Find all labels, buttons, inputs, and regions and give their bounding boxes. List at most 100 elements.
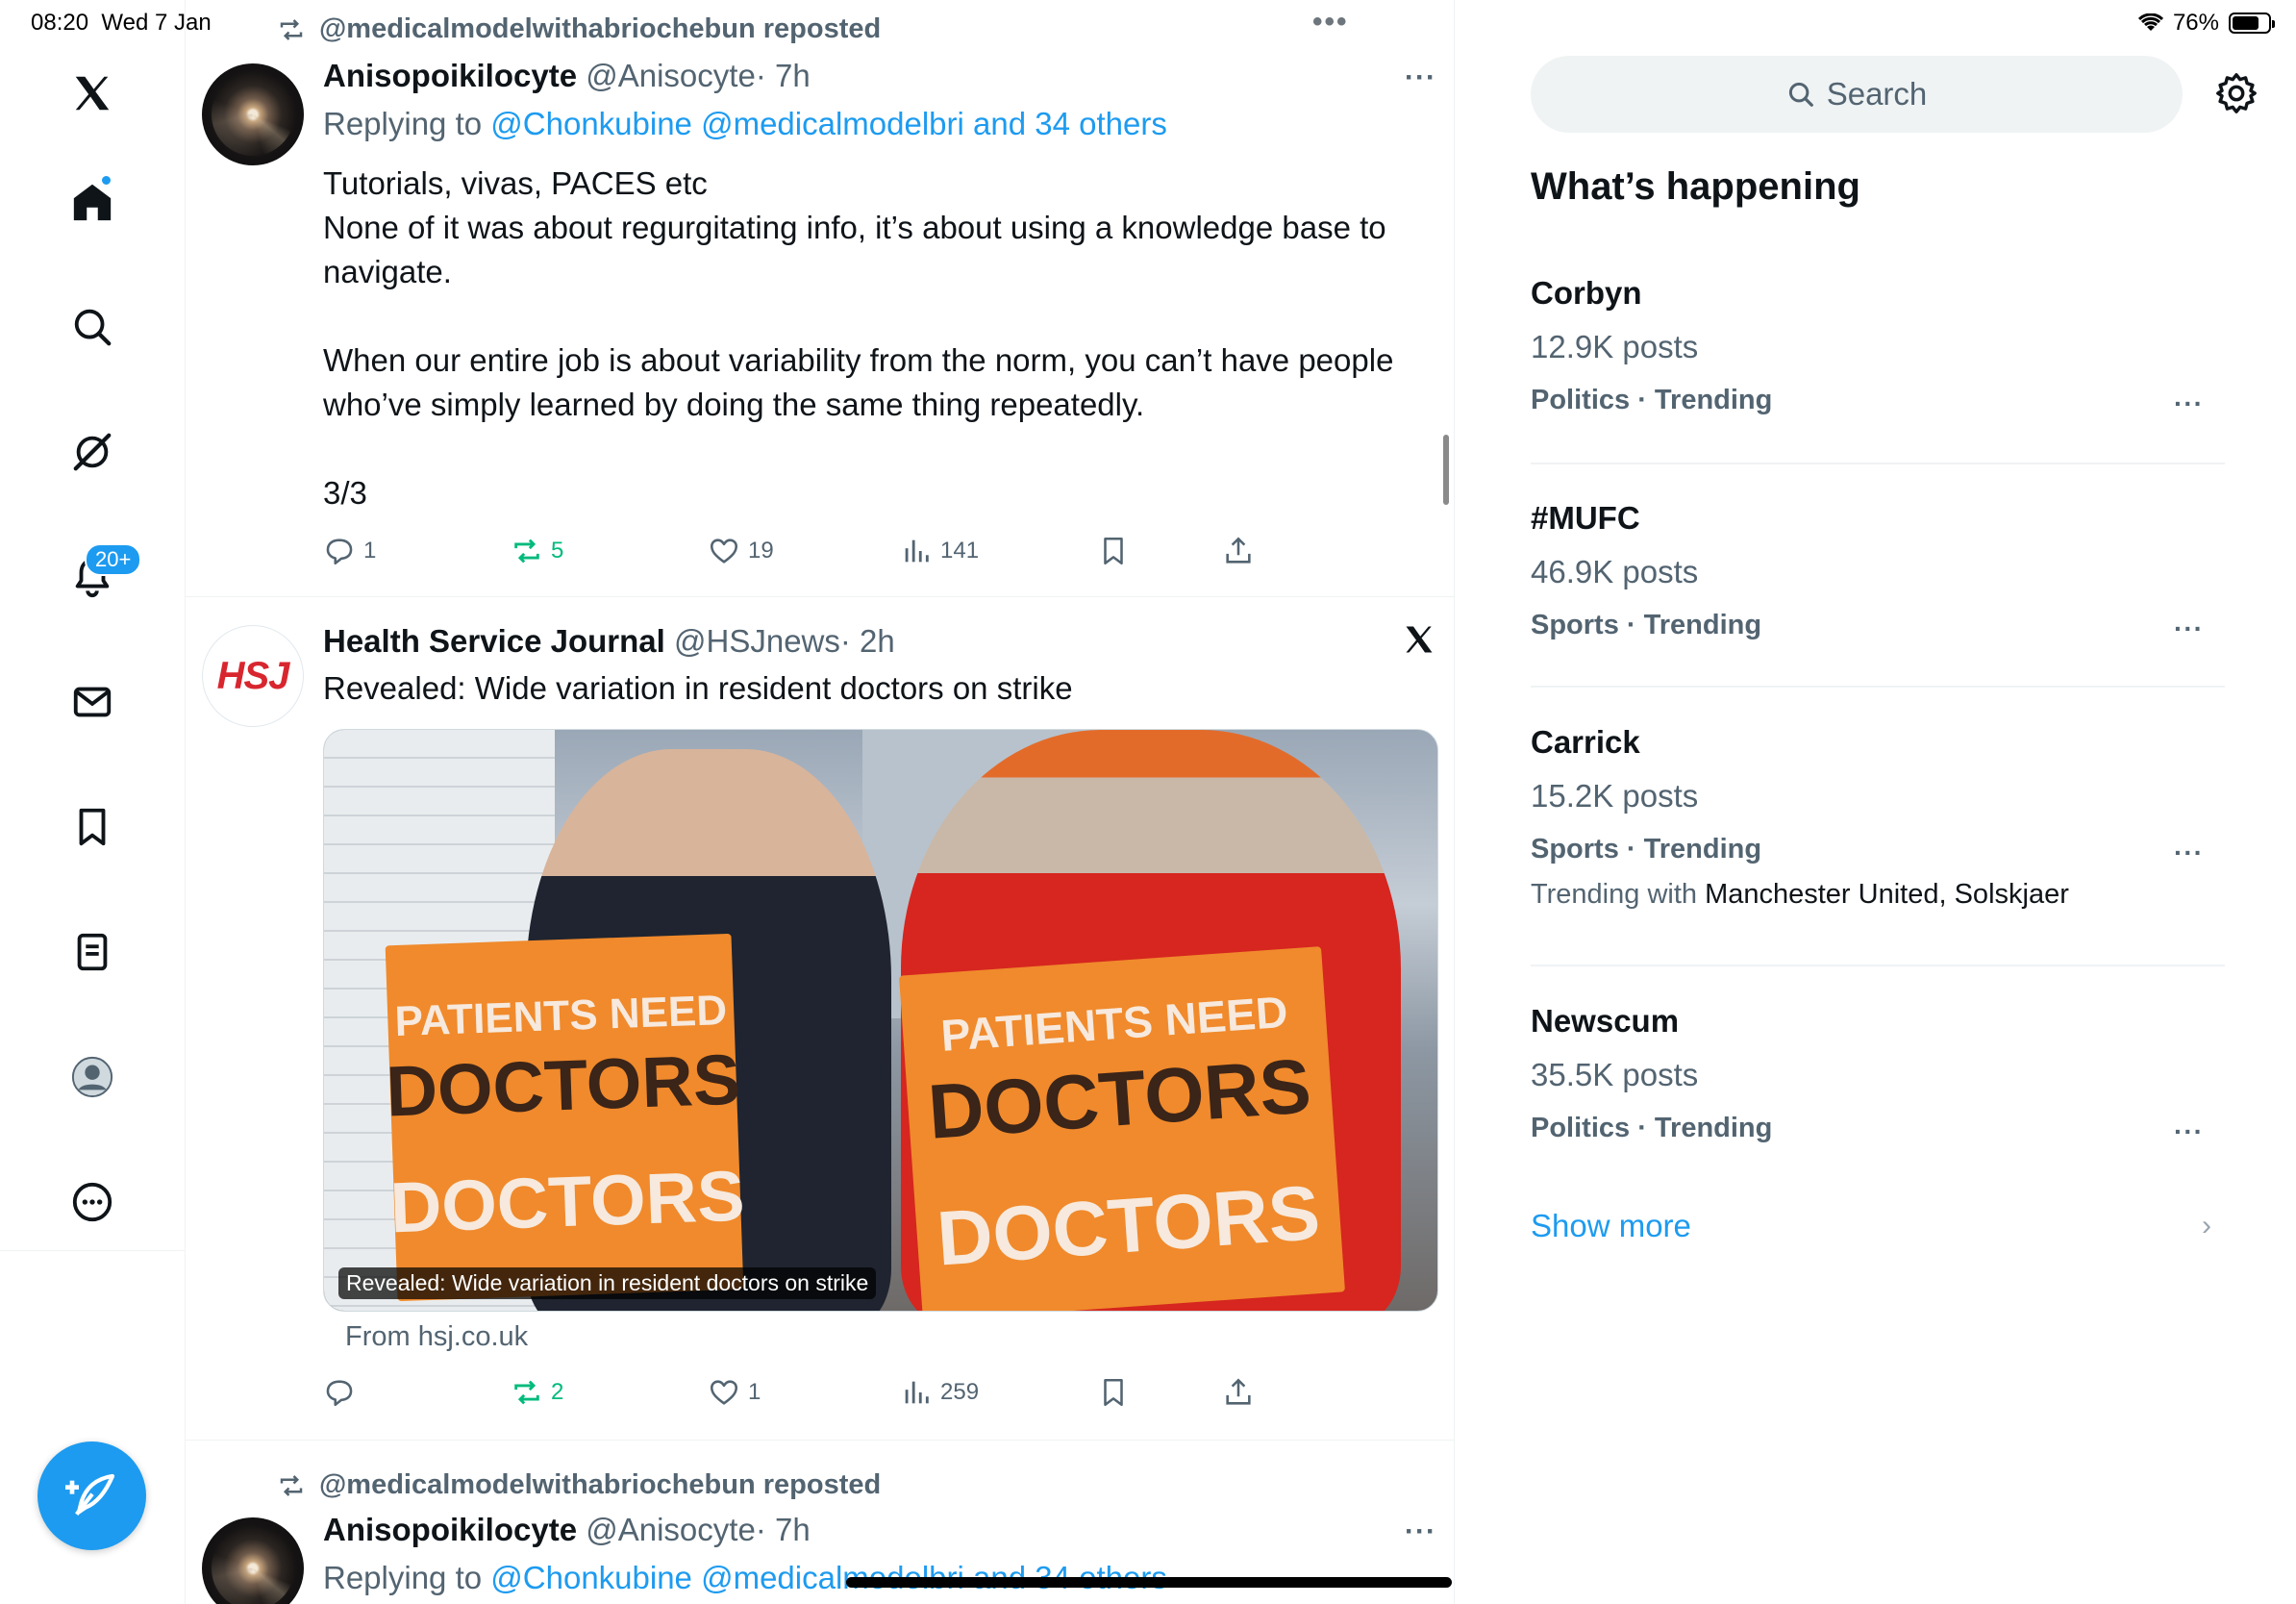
repost-icon — [280, 1474, 303, 1496]
author-name[interactable]: Anisopoikilocyte — [323, 1512, 577, 1547]
bookmark-icon — [1104, 537, 1123, 565]
protest-sign-left: PATIENTS NEED DOCTORS DOCTORS — [385, 933, 746, 1302]
replying-to: Replying to @Chonkubine @medicalmodelbri… — [323, 106, 1167, 141]
hsj-logo-text: HSJ — [216, 654, 290, 697]
post-time: · 2h — [839, 623, 895, 659]
compose-feather-icon — [64, 1473, 114, 1516]
notifications-badge: 20+ — [85, 543, 142, 576]
post-time: · 7h — [755, 1512, 811, 1547]
reply-button[interactable]: 1 — [323, 535, 376, 567]
grok-icon[interactable] — [59, 418, 126, 486]
trend-category: Sports · Trending — [1531, 834, 1762, 865]
post-more-icon[interactable]: ··· — [1405, 1516, 1436, 1548]
trending-with: Trending with Manchester United, Solskja… — [1531, 879, 2069, 910]
author-avatar[interactable] — [202, 63, 304, 165]
trend-more-icon[interactable]: ··· — [2174, 838, 2204, 868]
like-button[interactable]: 1 — [708, 1376, 761, 1409]
search-icon — [1788, 82, 1813, 107]
repost-button[interactable]: 5 — [511, 535, 563, 567]
more-options-icon[interactable] — [59, 1168, 126, 1236]
trend-count: 15.2K posts — [1531, 778, 1699, 814]
x-ad-logo-icon[interactable] — [1402, 622, 1436, 657]
card-caption: Revealed: Wide variation in resident doc… — [338, 1267, 877, 1299]
post-more-icon[interactable]: ··· — [1405, 62, 1436, 94]
compose-post-button[interactable] — [37, 1441, 146, 1550]
trend-more-icon[interactable]: ··· — [2174, 614, 2204, 644]
post-actions: 1 5 19 141 — [323, 532, 1285, 570]
post-body: Revealed: Wide variation in resident doc… — [323, 670, 1073, 706]
trend-item[interactable]: Newscum 35.5K posts Politics · Trending … — [1531, 1003, 2225, 1147]
bookmark-button[interactable] — [1097, 535, 1130, 567]
post-actions: 2 1 259 — [323, 1373, 1285, 1412]
bookmark-icon — [1104, 1378, 1123, 1407]
rail-divider — [0, 1250, 186, 1251]
battery-percent: 76% — [2172, 10, 2219, 36]
trend-item[interactable]: #MUFC 46.9K posts Sports · Trending ··· — [1531, 500, 2225, 644]
repost-indicator[interactable]: @medicalmodelwithabriochebun reposted — [277, 13, 881, 45]
search-icon[interactable] — [59, 293, 126, 361]
reply-mentions-link[interactable]: @Chonkubine @medicalmodelbri and 34 othe… — [490, 106, 1167, 141]
repost-button[interactable]: 2 — [511, 1376, 563, 1409]
wifi-icon — [2137, 13, 2163, 31]
share-icon — [1226, 537, 1251, 564]
author-handle[interactable]: @HSJnews — [674, 623, 840, 659]
trend-name: #MUFC — [1531, 500, 1640, 536]
trend-count: 35.5K posts — [1531, 1057, 1699, 1092]
trend-more-icon[interactable]: ··· — [2174, 1116, 2204, 1147]
post-header: Anisopoikilocyte @Anisocyte· 7h — [323, 1512, 811, 1548]
trend-name: Corbyn — [1531, 275, 1642, 311]
battery-icon — [2229, 13, 2275, 34]
trend-more-icon[interactable]: ··· — [2174, 388, 2204, 419]
post-header: Health Service Journal @HSJnews· 2h — [323, 623, 895, 660]
home-indicator[interactable] — [846, 1577, 1452, 1588]
protest-sign-right: PATIENTS NEED DOCTORS DOCTORS — [898, 946, 1346, 1311]
repost-icon — [514, 1380, 539, 1405]
trend-category: Politics · Trending — [1531, 1113, 1773, 1143]
settings-gear-icon[interactable] — [2214, 71, 2259, 115]
trend-divider — [1531, 463, 2225, 464]
post-body: Tutorials, vivas, PACES etc None of it w… — [323, 165, 1394, 511]
profile-avatar-icon[interactable] — [59, 1043, 126, 1111]
trend-name: Newscum — [1531, 1003, 1680, 1039]
trend-item[interactable]: Carrick 15.2K posts Sports · Trending Tr… — [1531, 724, 2225, 911]
views-bar-icon — [905, 539, 929, 563]
trend-divider — [1531, 965, 2225, 966]
repost-icon — [514, 539, 539, 564]
messages-envelope-icon[interactable] — [59, 668, 126, 736]
share-button[interactable] — [1222, 535, 1255, 567]
author-name[interactable]: Health Service Journal — [323, 623, 665, 659]
trending-with-names[interactable]: Manchester United, Solskjaer — [1705, 879, 2069, 910]
views-bar-icon — [905, 1381, 929, 1404]
author-handle[interactable]: @Anisocyte — [586, 1512, 756, 1547]
trend-divider — [1531, 686, 2225, 688]
feed-scrollbar[interactable] — [1443, 435, 1449, 505]
trend-count: 12.9K posts — [1531, 329, 1699, 364]
x-logo-icon[interactable] — [59, 60, 126, 127]
whats-happening-title: What’s happening — [1531, 165, 1860, 208]
share-button[interactable] — [1222, 1376, 1255, 1409]
trend-item[interactable]: Corbyn 12.9K posts Politics · Trending ·… — [1531, 275, 2225, 419]
post-divider — [186, 596, 1454, 597]
hsj-avatar[interactable]: HSJ — [202, 625, 304, 727]
bookmarks-icon[interactable] — [59, 793, 126, 861]
lists-icon[interactable] — [59, 918, 126, 986]
feed-top-more-icon[interactable]: ••• — [1312, 6, 1349, 38]
trend-name: Carrick — [1531, 724, 1640, 760]
card-source[interactable]: From hsj.co.uk — [345, 1321, 528, 1353]
bookmark-button[interactable] — [1097, 1376, 1130, 1409]
show-more-link[interactable]: Show more — [1531, 1208, 1691, 1244]
views-button[interactable]: 141 — [900, 535, 979, 567]
post-time: · 7h — [755, 58, 811, 93]
timeline-feed[interactable]: ••• @medicalmodelwithabriochebun reposte… — [186, 0, 1455, 1604]
home-icon[interactable] — [59, 168, 126, 236]
repost-indicator[interactable]: @medicalmodelwithabriochebun reposted — [277, 1469, 881, 1501]
author-avatar[interactable] — [202, 1517, 304, 1604]
author-handle[interactable]: @Anisocyte — [586, 58, 756, 93]
chevron-right-icon[interactable]: › — [2202, 1210, 2211, 1242]
search-input[interactable]: Search — [1531, 56, 2183, 133]
views-button[interactable]: 259 — [900, 1376, 979, 1409]
reply-button[interactable] — [323, 1376, 363, 1409]
author-name[interactable]: Anisopoikilocyte — [323, 58, 577, 93]
link-card-image[interactable]: PATIENTS NEED DOCTORS DOCTORS PATIENTS N… — [323, 729, 1438, 1312]
like-button[interactable]: 19 — [708, 535, 774, 567]
